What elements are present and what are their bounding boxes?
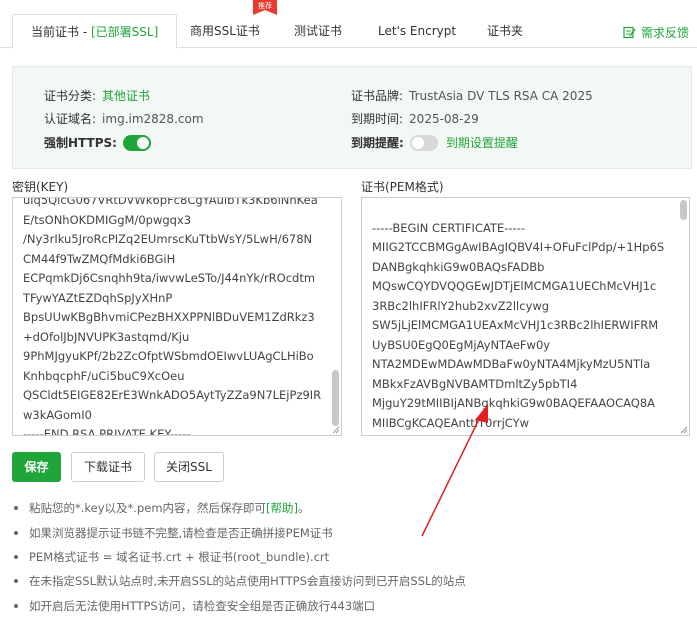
save-button[interactable]: 保存 [12,452,61,482]
note-5-text: 如开启后无法使用HTTPS访问，请检查安全组是否正确放行443端口 [29,599,376,613]
force-https-toggle[interactable] [122,134,151,151]
key-textarea[interactable]: ulq5QicG067VRtDVWk6pFc8CgYAulbTk3Kb6lNnK… [12,197,342,436]
cert-domain-value: img.im2828.com [102,111,204,126]
key-line: +dOfolJbJNVUPK3astqmd/Kju [23,329,190,344]
expiry-reminder-row: 到期提醒: 到期设置提醒 [351,134,518,151]
key-scrollbar[interactable] [332,370,339,426]
cert-field-label: 证书(PEM格式) [361,180,444,194]
key-line: ECPqmkDj6Csnqhh9ta/iwvwLeSTo/J44nYk/rROc… [23,271,316,285]
recommend-badge-text: 推荐 [258,1,272,10]
bullet-icon [14,555,18,559]
cert-category-row: 证书分类: 其他证书 [44,87,150,104]
tab-lets-encrypt-label: Let's Encrypt [378,24,457,38]
cert-scrollbar[interactable] [680,200,687,220]
recommend-badge: 推荐 [253,0,277,15]
cert-line: 3RBc2lhIFRlY2hub2xvZ2llcywg [372,298,550,313]
tab-commercial-ssl[interactable]: 商用SSL证书 [190,14,260,48]
key-line: TFywYAZtEZDqhSpJyXHnP [23,290,173,305]
key-line: -----END RSA PRIVATE KEY----- [23,427,191,436]
cert-line [372,199,664,219]
cert-line: MIIG2TCCBMGgAwIBAgIQBV4I+OFuFclPdp/+1Hp6… [372,240,665,254]
cert-brand-row: 证书品牌: TrustAsia DV TLS RSA CA 2025 [351,87,593,104]
note-item: 如开启后无法使用HTTPS访问，请检查安全组是否正确放行443端口 [14,598,375,614]
cert-brand-label: 证书品牌: [351,89,404,103]
cert-line: MjguY29tMIIBIjANBgkqhkiG9w0BAQEFAAOCAQ8A [372,396,656,410]
key-line: w3kAGomI0 [23,407,92,422]
cert-line: DANBgkqhkiG9w0BAQsFADBb [372,259,545,274]
key-line: ulq5QicG067VRtDVWk6pFc8CgYAulbTk3Kb6lNnK… [23,197,318,207]
note-item: 在未指定SSL默认站点时,未开启SSL的站点使用HTTPS会直接访问到已开启SS… [14,573,466,589]
cert-text: -----BEGIN CERTIFICATE----- MIIG2TCCBMGgA… [372,199,665,435]
key-line: E/tsONhOKDMIGgM/0pwgqx3 [23,212,192,227]
edit-icon [623,26,636,39]
cert-expiry-row: 到期时间: 2025-08-29 [351,110,479,127]
cert-line: SW5jLjElMCMGA1UEAxMcVHJ1c3RBc2lhIERWIFRM [372,318,659,332]
force-https-label: 强制HTTPS: [44,136,117,150]
cert-line: -----BEGIN CERTIFICATE----- [372,220,525,235]
key-line: /Ny3rIku5JroRcPIZq2EUmrscKuTtbWsY/5LwH/6… [23,232,313,246]
resize-grip-icon[interactable] [332,426,340,434]
key-line: CM44f9TwZMQfMdki6BGiH [23,251,176,266]
resize-grip-icon[interactable] [680,426,688,434]
cert-textarea[interactable]: -----BEGIN CERTIFICATE----- MIIG2TCCBMGgA… [361,197,690,436]
key-line: 9PhMJgyuKPf/2b2ZcOfptWSbmdOEIwvLUAgCLHiB… [23,349,314,363]
cert-info-panel: 证书分类: 其他证书 认证域名: img.im2828.com 强制HTTPS:… [12,66,692,169]
cert-expiry-label: 到期时间: [351,112,404,126]
help-link[interactable]: [帮助] [266,500,298,516]
key-line: QSCldt5EIGE82ErE3WnkADO5AytTyZZa9N7LEjPz… [23,388,322,402]
feedback-link[interactable]: 需求反馈 [623,24,689,41]
cert-line: MIIBCgKCAQEAnttlT0rrjCYw [372,415,530,430]
expiry-reminder-link[interactable]: 到期设置提醒 [446,134,518,151]
feedback-label: 需求反馈 [640,26,689,40]
close-ssl-button[interactable]: 关闭SSL [154,452,224,482]
tab-current-cert[interactable]: 当前证书 - [已部署SSL] [12,14,178,49]
bullet-icon [14,579,18,583]
key-line: KnhbqcphF/uCi5buC9XcOeu [23,368,185,383]
cert-line: MQswCQYDVQQGEwJDTjElMCMGA1UEChMcVHJ1c [372,279,657,293]
bullet-icon [14,604,18,608]
expiry-reminder-toggle[interactable] [409,134,438,151]
tab-current-cert-status: [已部署SSL] [90,25,159,39]
download-cert-button[interactable]: 下载证书 [71,452,145,482]
cert-line: NTA2MDEwMDAwMDBaFw0yNTA4MjkyMzU5NTla [372,357,651,371]
tab-lets-encrypt[interactable]: Let's Encrypt [378,14,456,48]
bullet-icon [14,506,18,510]
cert-domain-label: 认证域名: [44,112,97,126]
tab-cert-folder-label: 证书夹 [487,24,524,38]
key-line: BpsUUwKBgBhvmiCPezBHXXPPNlBDuVEM1ZdRkz3 [23,310,315,324]
tab-current-cert-label: 当前证书 - [31,25,91,39]
cert-domain-row: 认证域名: img.im2828.com [44,110,204,127]
tab-cert-folder[interactable]: 证书夹 [487,14,523,48]
bullet-icon [14,531,18,535]
note-1-text: 粘贴您的*.key以及*.pem内容，然后保存即可 [29,501,267,515]
note-item: 粘贴您的*.key以及*.pem内容，然后保存即可 [帮助]。 [14,500,310,516]
expiry-reminder-label: 到期提醒: [351,136,404,150]
note-item: 如果浏览器提示证书链不完整,请检查是否正确拼接PEM证书 [14,525,333,541]
note-1-suffix: 。 [298,501,310,515]
tab-test-cert[interactable]: 测试证书 [294,14,342,48]
note-4-text: 在未指定SSL默认站点时,未开启SSL的站点使用HTTPS会直接访问到已开启SS… [29,574,466,588]
key-text: ulq5QicG067VRtDVWk6pFc8CgYAulbTk3Kb6lNnK… [23,197,322,436]
note-item: PEM格式证书 = 域名证书.crt + 根证书(root_bundle).cr… [14,549,329,565]
cert-expiry-value: 2025-08-29 [409,111,479,126]
note-3-text: PEM格式证书 = 域名证书.crt + 根证书(root_bundle).cr… [29,550,330,564]
tab-test-cert-label: 测试证书 [294,24,343,38]
force-https-row: 强制HTTPS: [44,134,151,151]
tab-commercial-ssl-label: 商用SSL证书 [190,24,260,38]
ssl-tab-bar: 当前证书 - [已部署SSL] 商用SSL证书 推荐 测试证书 Let's En… [0,0,697,49]
cert-line: 3HYkGBiYnc2PI0ckGdMH6OlPom/kJtub6TWO6nqF… [372,433,664,435]
cert-category-value: 其他证书 [102,89,151,103]
cert-line: MBkxFzAVBgNVBAMTDmltZy5pbTI4 [372,376,578,391]
cert-line: UyBSU0EgQ0EgMjAyNTAeFw0y [372,337,551,352]
key-field-label: 密钥(KEY) [12,180,69,194]
cert-brand-value: TrustAsia DV TLS RSA CA 2025 [409,88,593,103]
note-2-text: 如果浏览器提示证书链不完整,请检查是否正确拼接PEM证书 [29,526,333,540]
cert-category-label: 证书分类: [44,89,97,103]
